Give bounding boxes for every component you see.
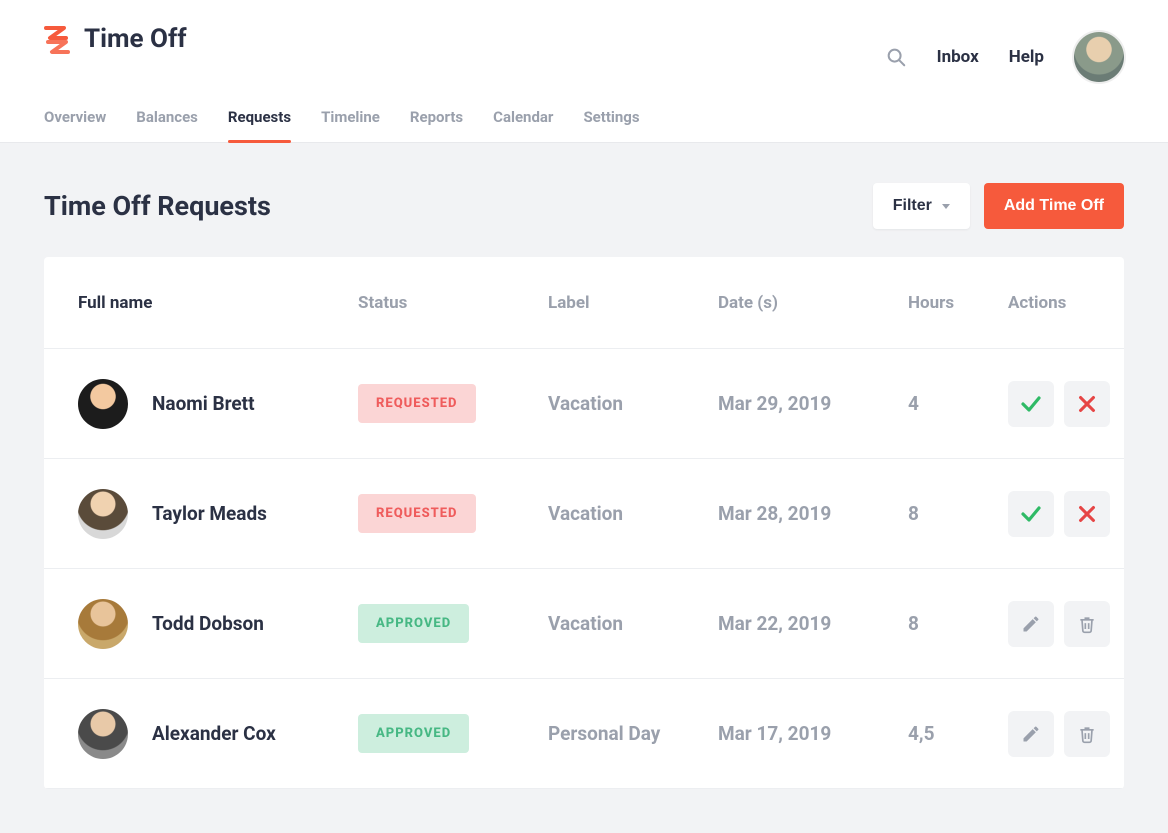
app-title: Time Off: [84, 24, 187, 54]
help-link[interactable]: Help: [1009, 47, 1044, 67]
actions-cell: [1008, 711, 1124, 757]
table-row: Naomi Brett REQUESTED VacationMar 29, 2019…: [44, 349, 1124, 459]
table-row: Alexander Cox APPROVED Personal DayMar 17,…: [44, 679, 1124, 789]
tab-requests[interactable]: Requests: [228, 108, 291, 142]
col-dates: Date (s): [718, 293, 908, 313]
add-time-off-button[interactable]: Add Time Off: [984, 183, 1124, 229]
col-label: Label: [548, 293, 718, 313]
edit-button[interactable]: [1008, 601, 1054, 647]
label-cell: Vacation: [548, 392, 718, 415]
col-fullname: Full name: [78, 293, 358, 313]
approve-button[interactable]: [1008, 381, 1054, 427]
brand: Time Off: [44, 24, 187, 54]
date-cell: Mar 28, 2019: [718, 502, 908, 525]
delete-button[interactable]: [1064, 711, 1110, 757]
filter-button[interactable]: Filter: [873, 183, 970, 229]
table-row: Taylor Meads REQUESTED VacationMar 28, 201…: [44, 459, 1124, 569]
date-cell: Mar 17, 2019: [718, 722, 908, 745]
top-right: Inbox Help: [885, 24, 1124, 82]
requests-table: Full name Status Label Date (s) Hours Ac…: [44, 257, 1124, 789]
actions-cell: [1008, 601, 1124, 647]
page-header: Time Off Requests Filter Add Time Off: [44, 183, 1124, 229]
table-row: Todd Dobson APPROVED VacationMar 22, 20198: [44, 569, 1124, 679]
header-actions: Filter Add Time Off: [873, 183, 1124, 229]
status-cell: REQUESTED: [358, 384, 548, 423]
name-cell: Alexander Cox: [78, 709, 358, 759]
tab-settings[interactable]: Settings: [583, 108, 639, 142]
inbox-link[interactable]: Inbox: [937, 47, 979, 67]
label-cell: Vacation: [548, 502, 718, 525]
edit-button[interactable]: [1008, 711, 1054, 757]
close-icon: [1076, 503, 1098, 525]
status-cell: REQUESTED: [358, 494, 548, 533]
table-header: Full name Status Label Date (s) Hours Ac…: [44, 257, 1124, 349]
name-cell: Naomi Brett: [78, 379, 358, 429]
tab-balances[interactable]: Balances: [136, 108, 198, 142]
hours-cell: 4,5: [908, 722, 1008, 745]
check-icon: [1019, 392, 1043, 416]
hours-cell: 4: [908, 392, 1008, 415]
reject-button[interactable]: [1064, 491, 1110, 537]
tab-calendar[interactable]: Calendar: [493, 108, 553, 142]
actions-cell: [1008, 491, 1124, 537]
tabs: Overview Balances Requests Timeline Reports C…: [0, 82, 1168, 143]
user-avatar: [78, 599, 128, 649]
col-actions: Actions: [1008, 293, 1124, 313]
actions-cell: [1008, 381, 1124, 427]
check-icon: [1019, 502, 1043, 526]
status-badge: REQUESTED: [358, 494, 476, 533]
page-title: Time Off Requests: [44, 190, 271, 222]
tab-reports[interactable]: Reports: [410, 108, 463, 142]
trash-icon: [1077, 723, 1097, 745]
user-avatar: [78, 709, 128, 759]
pencil-icon: [1021, 614, 1041, 634]
date-cell: Mar 29, 2019: [718, 392, 908, 415]
tab-timeline[interactable]: Timeline: [321, 108, 380, 142]
user-avatar: [78, 489, 128, 539]
status-badge: REQUESTED: [358, 384, 476, 423]
label-cell: Vacation: [548, 612, 718, 635]
reject-button[interactable]: [1064, 381, 1110, 427]
logo-icon: [44, 24, 70, 54]
full-name: Alexander Cox: [152, 722, 276, 745]
name-cell: Taylor Meads: [78, 489, 358, 539]
search-icon[interactable]: [885, 46, 907, 68]
status-badge: APPROVED: [358, 714, 469, 753]
date-cell: Mar 22, 2019: [718, 612, 908, 635]
hours-cell: 8: [908, 502, 1008, 525]
pencil-icon: [1021, 724, 1041, 744]
chevron-down-icon: [942, 204, 950, 209]
user-avatar: [78, 379, 128, 429]
approve-button[interactable]: [1008, 491, 1054, 537]
col-hours: Hours: [908, 293, 1008, 313]
full-name: Naomi Brett: [152, 392, 255, 415]
close-icon: [1076, 393, 1098, 415]
page-body: Time Off Requests Filter Add Time Off Fu…: [0, 143, 1168, 833]
filter-button-label: Filter: [893, 197, 932, 215]
tab-overview[interactable]: Overview: [44, 108, 106, 142]
status-cell: APPROVED: [358, 714, 548, 753]
full-name: Todd Dobson: [152, 612, 264, 635]
label-cell: Personal Day: [548, 722, 718, 745]
col-status: Status: [358, 293, 548, 313]
top-bar: Time Off Inbox Help: [0, 0, 1168, 82]
name-cell: Todd Dobson: [78, 599, 358, 649]
hours-cell: 8: [908, 612, 1008, 635]
status-cell: APPROVED: [358, 604, 548, 643]
full-name: Taylor Meads: [152, 502, 267, 525]
status-badge: APPROVED: [358, 604, 469, 643]
delete-button[interactable]: [1064, 601, 1110, 647]
avatar[interactable]: [1074, 32, 1124, 82]
trash-icon: [1077, 613, 1097, 635]
add-time-off-label: Add Time Off: [1004, 197, 1104, 215]
